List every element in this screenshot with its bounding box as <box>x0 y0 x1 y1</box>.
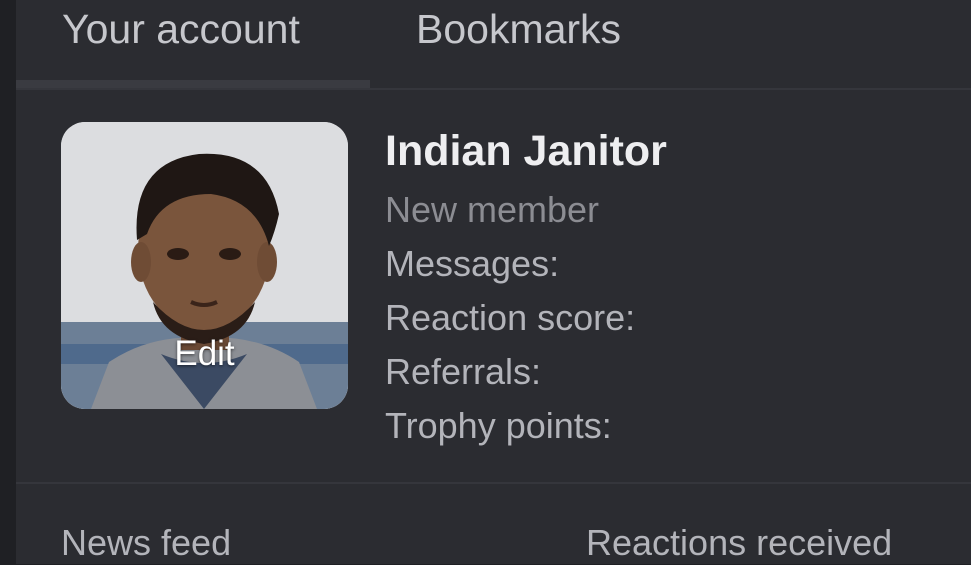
news-feed-link[interactable]: News feed <box>61 521 231 565</box>
avatar[interactable]: Edit <box>61 122 348 409</box>
account-tabs: Your account Bookmarks <box>16 0 971 88</box>
user-title: New member <box>385 189 600 230</box>
avatar-edit-label[interactable]: Edit <box>61 334 348 374</box>
account-panel: Your account Bookmarks Edit Indian Janit… <box>16 0 971 564</box>
stat-referrals: Referrals: <box>385 351 542 392</box>
active-tab-indicator <box>16 80 370 88</box>
tab-your-account[interactable]: Your account <box>62 6 300 52</box>
tab-bookmarks[interactable]: Bookmarks <box>416 6 621 52</box>
section-divider <box>16 482 971 484</box>
tabs-divider <box>16 88 971 90</box>
left-edge-strip <box>0 0 17 564</box>
reactions-received-link[interactable]: Reactions received <box>586 521 892 565</box>
stat-trophy-points: Trophy points: <box>385 405 612 446</box>
stat-messages: Messages: <box>385 243 560 284</box>
stat-reaction-score: Reaction score: <box>385 297 636 338</box>
username[interactable]: Indian Janitor <box>385 126 667 176</box>
